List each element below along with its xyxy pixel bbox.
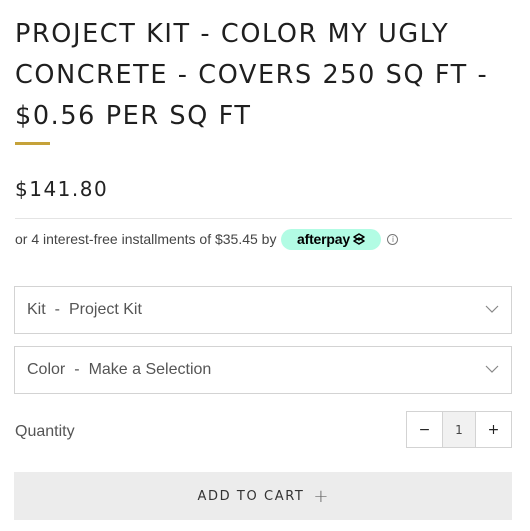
product-price: $141.80 <box>15 177 109 201</box>
title-accent-bar <box>15 142 50 145</box>
color-select-separator: - <box>74 361 80 378</box>
chevron-down-icon <box>485 305 499 313</box>
kit-select-value: Project Kit <box>69 301 142 318</box>
color-select[interactable]: Color - Make a Selection <box>14 346 512 394</box>
add-to-cart-label: ADD TO CART <box>197 488 305 504</box>
afterpay-arrows-icon <box>353 233 365 245</box>
afterpay-installment-text: or 4 interest-free installments of $35.4… <box>15 231 277 247</box>
plus-icon: + <box>313 485 329 507</box>
color-select-label: Color <box>27 361 66 378</box>
afterpay-message: or 4 interest-free installments of $35.4… <box>15 228 399 250</box>
quantity-increment-button[interactable]: + <box>476 412 511 447</box>
afterpay-logo-text: afterpay <box>297 231 350 247</box>
kit-select-label: Kit <box>27 301 46 318</box>
add-to-cart-button[interactable]: ADD TO CART + <box>14 472 512 520</box>
product-title: PROJECT KIT - COLOR MY UGLY CONCRETE - C… <box>15 19 489 131</box>
quantity-label: Quantity <box>15 423 75 440</box>
color-select-value: Make a Selection <box>88 361 212 378</box>
quantity-stepper: − 1 + <box>406 411 512 448</box>
price-divider <box>15 218 512 219</box>
info-icon[interactable]: i <box>387 233 399 245</box>
quantity-input[interactable]: 1 <box>442 412 476 447</box>
kit-select-separator: - <box>54 301 60 318</box>
kit-select[interactable]: Kit - Project Kit <box>14 286 512 334</box>
quantity-decrement-button[interactable]: − <box>407 412 442 447</box>
afterpay-logo[interactable]: afterpay <box>281 228 382 250</box>
chevron-down-icon <box>485 365 499 373</box>
